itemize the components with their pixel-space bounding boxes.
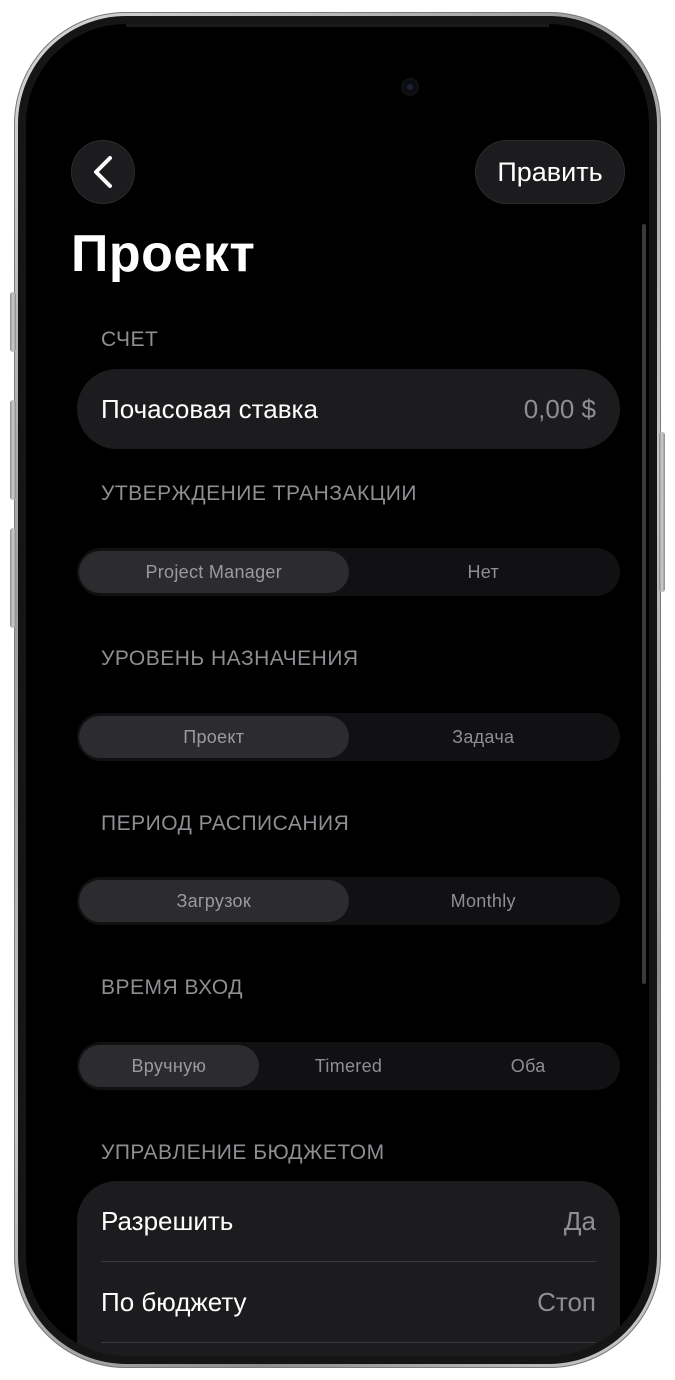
- section-header-time-entry: ВРЕМЯ ВХОД: [101, 976, 244, 999]
- segment-both[interactable]: Оба: [438, 1045, 618, 1087]
- segment-project-manager[interactable]: Project Manager: [79, 551, 349, 593]
- hourly-rate-row[interactable]: Почасовая ставка 0,00 $: [77, 369, 620, 449]
- volume-up-button: [10, 400, 16, 500]
- back-button[interactable]: [71, 140, 135, 204]
- segment-monthly[interactable]: Monthly: [349, 880, 619, 922]
- by-budget-value: Стоп: [537, 1286, 596, 1317]
- front-camera: [403, 80, 417, 94]
- phone-frame: Править Проект СЧЕТ Почасовая ставка 0,0…: [10, 12, 665, 1368]
- schedule-period-segmented-control: Загрузок Monthly: [77, 877, 620, 925]
- screen-top-edge: [126, 24, 549, 27]
- scrollbar[interactable]: [642, 224, 646, 984]
- section-header-assignment-level: УРОВЕНЬ НАЗНАЧЕНИЯ: [101, 647, 359, 670]
- section-header-billing: СЧЕТ: [101, 328, 159, 351]
- time-entry-segmented-control: Вручную Timered Оба: [77, 1042, 620, 1090]
- segment-weekly[interactable]: Загрузок: [79, 880, 349, 922]
- by-budget-label: По бюджету: [101, 1286, 247, 1317]
- segment-none[interactable]: Нет: [349, 551, 619, 593]
- billing-card: Почасовая ставка 0,00 $: [77, 369, 620, 449]
- volume-down-button: [10, 528, 16, 628]
- budget-allow-row[interactable]: Разрешить Да: [77, 1181, 620, 1261]
- section-header-schedule-period: ПЕРИОД РАСПИСАНИЯ: [101, 812, 350, 835]
- segment-manual[interactable]: Вручную: [79, 1045, 259, 1087]
- screen: Править Проект СЧЕТ Почасовая ставка 0,0…: [26, 24, 649, 1356]
- power-button: [659, 432, 665, 592]
- segment-project[interactable]: Проект: [79, 716, 349, 758]
- assignment-level-segmented-control: Проект Задача: [77, 713, 620, 761]
- approval-segmented-control: Project Manager Нет: [77, 548, 620, 596]
- budget-card: Разрешить Да По бюджету Стоп: [77, 1181, 620, 1356]
- row-divider: [101, 1342, 596, 1343]
- budget-by-budget-row[interactable]: По бюджету Стоп: [77, 1262, 620, 1342]
- page-title: Проект: [71, 225, 256, 283]
- edit-button[interactable]: Править: [475, 140, 625, 204]
- chevron-left-icon: [94, 156, 112, 188]
- hourly-rate-value: 0,00 $: [523, 393, 596, 424]
- segment-task[interactable]: Задача: [349, 716, 619, 758]
- phone-bezel: Править Проект СЧЕТ Почасовая ставка 0,0…: [18, 16, 657, 1364]
- action-button: [10, 292, 16, 352]
- section-header-approval: УТВЕРЖДЕНИЕ ТРАНЗАКЦИИ: [101, 482, 417, 505]
- segment-timered[interactable]: Timered: [259, 1045, 439, 1087]
- budget-allow-value: Да: [563, 1205, 596, 1236]
- section-header-budget: УПРАВЛЕНИЕ БЮДЖЕТОМ: [101, 1141, 385, 1164]
- budget-allow-label: Разрешить: [101, 1205, 234, 1236]
- hourly-rate-label: Почасовая ставка: [101, 393, 318, 424]
